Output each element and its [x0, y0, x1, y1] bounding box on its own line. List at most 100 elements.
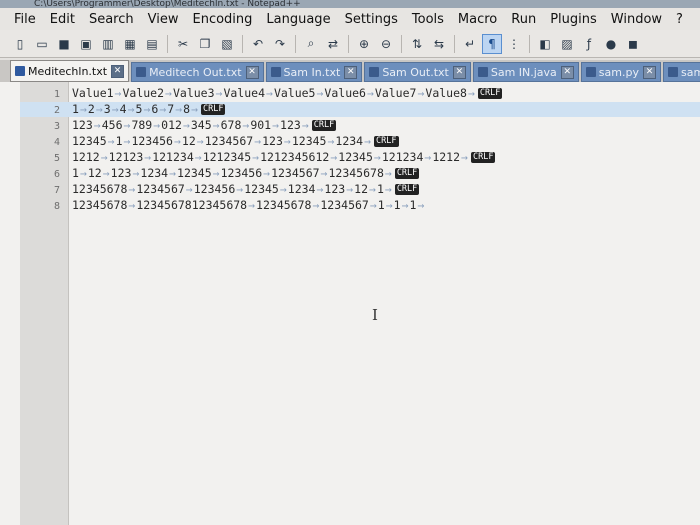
text-token: 12345 [244, 182, 279, 196]
menu-settings[interactable]: Settings [345, 12, 398, 27]
text-token: 1 [376, 182, 384, 196]
tab-sam-out-txt[interactable]: Sam Out.txt ✕ [364, 62, 471, 82]
text-token: Value5 [273, 86, 316, 100]
sync-vertical-icon[interactable]: ⇅ [407, 34, 427, 54]
tab-bar: Meditechln.txt ✕ Meditech Out.txt ✕ Sam In.t… [0, 60, 700, 82]
menu-macro[interactable]: Macro [458, 12, 497, 27]
text-token: 1234567 [136, 182, 185, 196]
tab-arrow-icon: → [236, 182, 244, 196]
sync-horizontal-icon[interactable]: ⇆ [429, 34, 449, 54]
tab-arrow-icon: → [111, 102, 119, 116]
menu-encoding[interactable]: Encoding [192, 12, 252, 27]
close-tab-icon[interactable]: ✕ [452, 65, 466, 79]
word-wrap-icon[interactable]: ↵ [460, 34, 480, 54]
macro-stop-icon[interactable]: ◼ [623, 34, 643, 54]
tab-arrow-icon: → [384, 182, 392, 196]
show-all-characters-icon[interactable]: ¶ [482, 33, 502, 54]
tab-meditechln-txt[interactable]: Meditechln.txt ✕ [10, 60, 130, 82]
editor-line[interactable]: 2 1→2→3→4→5→6→7→8→ CRLF [20, 102, 700, 117]
menu-language[interactable]: Language [266, 12, 330, 27]
tab-meditech-out-txt[interactable]: Meditech Out.txt ✕ [131, 62, 264, 82]
menu-run[interactable]: Run [511, 12, 536, 27]
menu-tools[interactable]: Tools [412, 12, 444, 27]
editor-line[interactable]: 6 1→12→123→1234→12345→123456→1234567→1234… [20, 166, 700, 181]
doc-map-icon[interactable]: ▨ [557, 34, 577, 54]
function-list-icon[interactable]: ƒ [579, 34, 599, 54]
tab-arrow-icon: → [384, 166, 392, 180]
editor-line[interactable]: 8 12345678→1234567812345678→12345678→1234… [20, 198, 700, 213]
tab-arrow-icon: → [196, 134, 204, 148]
tab-arrow-icon: → [175, 102, 183, 116]
tab-arrow-icon: → [266, 86, 273, 100]
editor-line[interactable]: 1 Value1→Value2→Value3→Value4→Value5→Valu… [20, 86, 700, 101]
tab-arrow-icon: → [102, 166, 110, 180]
text-token: 123 [280, 118, 301, 132]
indent-guide-icon[interactable]: ⋮ [504, 34, 524, 54]
text-token: 678 [220, 118, 242, 132]
tab-label: Sam In.txt [283, 65, 341, 79]
menu-search[interactable]: Search [89, 12, 134, 27]
toolbar-separator [348, 34, 349, 53]
find-icon[interactable]: ⌕ [301, 34, 321, 54]
tab-arrow-icon: → [320, 166, 328, 180]
editor-line[interactable]: 3 123→456→789→012→345→678→901→123→ CRLF [20, 118, 700, 133]
close-tab-icon[interactable]: ✕ [245, 65, 259, 79]
tab-arrow-icon: → [272, 118, 280, 132]
close-tab-icon[interactable]: ✕ [344, 65, 358, 79]
text-token: 3 [103, 102, 111, 116]
paste-icon[interactable]: ▧ [217, 34, 237, 54]
menu-plugins[interactable]: Plugins [550, 12, 597, 27]
zoom-out-icon[interactable]: ⊖ [376, 34, 396, 54]
replace-icon[interactable]: ⇄ [323, 34, 343, 54]
editor-line[interactable]: 7 12345678→1234567→123456→12345→1234→123→… [20, 182, 700, 197]
copy-icon[interactable]: ❐ [195, 34, 215, 54]
print-icon[interactable]: ▤ [142, 34, 162, 54]
user-language-icon[interactable]: ◧ [535, 34, 555, 54]
close-icon[interactable]: ▥ [98, 34, 118, 54]
undo-icon[interactable]: ↶ [248, 34, 268, 54]
toolbar-separator [167, 34, 168, 53]
tab-arrow-icon: → [283, 134, 291, 148]
close-tab-icon[interactable]: ✕ [111, 64, 125, 78]
text-token: 4 [119, 102, 127, 116]
open-file-icon[interactable]: ▭ [32, 34, 52, 54]
text-token: 6 [151, 102, 159, 116]
close-all-icon[interactable]: ▦ [120, 34, 140, 54]
file-saved-icon [369, 67, 380, 77]
text-token: 1212345 [202, 150, 252, 164]
tab-arrow-icon: → [173, 134, 181, 148]
text-token: 1 [393, 198, 401, 212]
editor-line[interactable]: 5 1212→12123→121234→1212345→1212345612→12… [20, 150, 700, 165]
tab-arrow-icon: → [79, 166, 87, 180]
tab-arrow-icon: → [417, 86, 425, 100]
save-all-icon[interactable]: ▣ [76, 34, 96, 54]
cut-icon[interactable]: ✂ [173, 34, 193, 54]
tab-arrow-icon: → [191, 102, 198, 116]
text-token: Value7 [374, 86, 417, 100]
tab-sam-in-java[interactable]: Sam IN.java ✕ [472, 62, 579, 82]
menu-edit[interactable]: Edit [50, 12, 75, 27]
text-editor[interactable]: I 1 Value1→Value2→Value3→Value4→Value5→Va… [0, 82, 700, 525]
tab-arrow-icon: → [215, 86, 223, 100]
tab-sam-py[interactable]: sam.py ✕ [580, 62, 661, 82]
close-tab-icon[interactable]: ✕ [642, 65, 656, 79]
menu-window[interactable]: Window [611, 12, 662, 27]
text-token: 1234567 [320, 198, 369, 212]
text-token: 012 [161, 118, 182, 132]
tab-arrow-icon: → [366, 86, 374, 100]
file-saved-icon [477, 67, 488, 77]
tab-sam-in-txt[interactable]: Sam In.txt ✕ [265, 62, 363, 82]
save-icon[interactable]: ■ [54, 34, 74, 54]
menu-help[interactable]: ? [676, 12, 683, 27]
tab-samout-java[interactable]: samOut.java✕ [662, 62, 700, 82]
editor-line[interactable]: 4 12345→1→123456→12→1234567→123→12345→123… [20, 134, 700, 149]
redo-icon[interactable]: ↷ [270, 34, 290, 54]
crlf-badge: CRLF [201, 104, 226, 115]
close-tab-icon[interactable]: ✕ [560, 65, 574, 79]
zoom-in-icon[interactable]: ⊕ [354, 34, 374, 54]
menu-file[interactable]: File [14, 12, 36, 27]
new-file-icon[interactable]: ▯ [10, 34, 30, 54]
text-token: 121234 [152, 150, 194, 164]
menu-view[interactable]: View [148, 12, 179, 27]
macro-record-icon[interactable]: ● [601, 34, 621, 54]
